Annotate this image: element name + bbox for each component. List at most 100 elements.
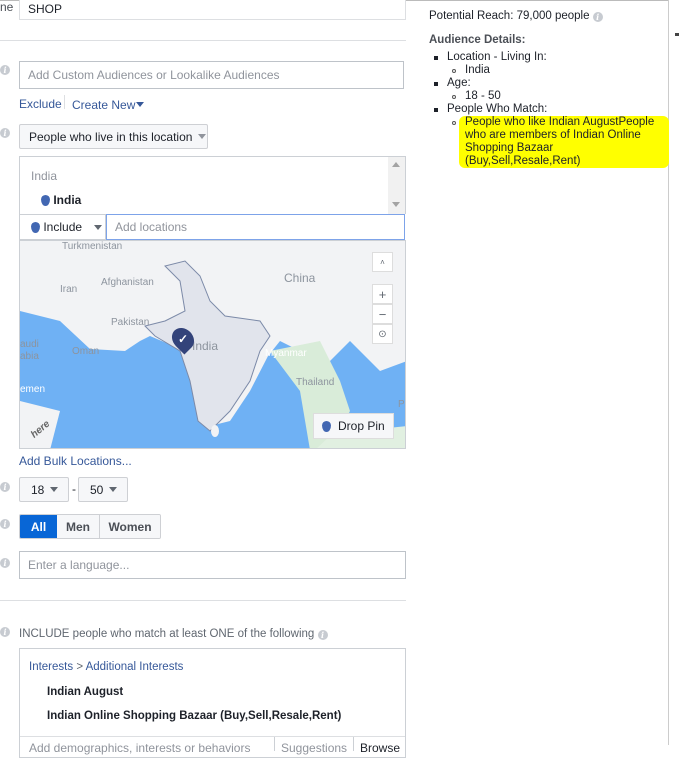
link-separator bbox=[64, 95, 65, 109]
detail-value: India bbox=[465, 64, 490, 76]
separator bbox=[274, 737, 275, 751]
add-bulk-locations-link[interactable]: Add Bulk Locations... bbox=[19, 454, 132, 468]
add-locations-placeholder: Add locations bbox=[115, 220, 188, 234]
potential-reach-text: Potential Reach: 79,000 people bbox=[429, 10, 590, 22]
selected-locations-list: India India bbox=[19, 156, 406, 214]
create-new-link[interactable]: Create New bbox=[72, 98, 145, 112]
scroll-down-icon[interactable] bbox=[392, 202, 400, 207]
map-label: Turkmenistan bbox=[62, 241, 123, 252]
chevron-down-icon bbox=[50, 487, 59, 492]
age-separator: - bbox=[72, 482, 76, 496]
suggestions-button[interactable]: Suggestions bbox=[281, 741, 347, 755]
location-type-select[interactable]: People who live in this location bbox=[19, 124, 208, 149]
drop-pin-button[interactable]: Drop Pin bbox=[313, 413, 394, 439]
add-locations-input[interactable]: Add locations bbox=[106, 214, 405, 240]
map-label: Afghanistan bbox=[101, 277, 154, 288]
location-pin-icon bbox=[41, 195, 50, 207]
breadcrumb-separator: > bbox=[76, 661, 84, 673]
info-icon[interactable]: i bbox=[0, 128, 10, 138]
browse-button[interactable]: Browse bbox=[360, 741, 400, 755]
interest-item[interactable]: Indian Online Shopping Bazaar (Buy,Sell,… bbox=[47, 710, 341, 722]
locate-icon[interactable]: ⊙ bbox=[372, 324, 393, 344]
map-label: Myanmar bbox=[265, 348, 307, 359]
location-map[interactable]: Turkmenistan Iran Afghanistan Pakistan C… bbox=[19, 240, 406, 449]
breadcrumb-additional-interests[interactable]: Additional Interests bbox=[86, 661, 184, 673]
map-label: Iran bbox=[60, 284, 78, 295]
language-input[interactable]: Enter a language... bbox=[19, 551, 406, 579]
location-type-label: People who live in this location bbox=[29, 129, 193, 144]
age-max-select[interactable]: 50 bbox=[78, 477, 128, 502]
potential-reach: Potential Reach: 79,000 people i bbox=[429, 10, 664, 22]
custom-audience-input[interactable]: Add Custom Audiences or Lookalike Audien… bbox=[19, 61, 404, 89]
info-icon[interactable]: i bbox=[317, 630, 328, 640]
detail-value: 18 - 50 bbox=[465, 90, 501, 102]
age-min-value: 18 bbox=[31, 482, 45, 497]
map-label: emen bbox=[20, 384, 46, 395]
chevron-down-icon bbox=[94, 224, 103, 230]
detail-label: Age: bbox=[447, 77, 471, 89]
list-scrollbar[interactable] bbox=[388, 157, 405, 214]
map-label: abia bbox=[20, 351, 39, 362]
location-pin-icon bbox=[31, 221, 40, 233]
scroll-marker bbox=[675, 33, 679, 36]
map-label: Pakistan bbox=[111, 317, 150, 328]
info-icon[interactable]: i bbox=[0, 65, 10, 75]
chevron-down-icon bbox=[109, 487, 118, 492]
exclude-link[interactable]: Exclude bbox=[19, 97, 62, 111]
info-icon[interactable]: i bbox=[0, 519, 10, 529]
zoom-out-button[interactable]: − bbox=[372, 304, 393, 324]
detailed-targeting-box: Interests > Additional Interests Indian … bbox=[19, 648, 406, 758]
location-group-header: India bbox=[31, 169, 58, 183]
detail-label: Location - Living In: bbox=[447, 51, 547, 63]
add-interests-input[interactable]: Add demographics, interests or behaviors bbox=[29, 741, 250, 755]
map-label: Oman bbox=[72, 346, 100, 357]
panel-divider bbox=[668, 0, 669, 745]
breadcrumb-interests[interactable]: Interests bbox=[29, 661, 73, 673]
chevron-down-icon bbox=[198, 134, 207, 139]
interest-item[interactable]: Indian August bbox=[47, 686, 123, 698]
include-select[interactable]: Include bbox=[19, 214, 106, 240]
gender-all-button[interactable]: All bbox=[20, 515, 57, 538]
map-label: India bbox=[192, 339, 219, 353]
scroll-up-icon[interactable] bbox=[392, 162, 400, 167]
zoom-in-button[interactable]: + bbox=[372, 284, 393, 304]
map-label: Ph bbox=[398, 399, 405, 410]
audience-name-value: SHOP bbox=[28, 2, 63, 16]
age-min-select[interactable]: 18 bbox=[19, 477, 69, 502]
info-icon[interactable]: i bbox=[592, 12, 603, 22]
selected-location-item[interactable]: India bbox=[41, 193, 81, 207]
name-label: ne bbox=[0, 0, 14, 14]
divider bbox=[0, 600, 406, 601]
map-label: audi bbox=[20, 339, 39, 350]
create-new-label: Create New bbox=[72, 98, 136, 112]
drop-pin-label: Drop Pin bbox=[337, 419, 385, 433]
audience-details-title: Audience Details: bbox=[429, 34, 526, 46]
audience-name-input[interactable]: SHOP bbox=[19, 0, 406, 20]
detailed-targeting-heading: INCLUDE people who match at least ONE of… bbox=[19, 628, 328, 640]
detail-value-highlighted: People who like Indian AugustPeople who … bbox=[459, 116, 669, 168]
gender-women-button[interactable]: Women bbox=[100, 515, 160, 538]
separator bbox=[353, 737, 354, 751]
info-icon[interactable]: i bbox=[0, 558, 10, 568]
detail-item: Location - Living In: India bbox=[429, 51, 664, 77]
audience-summary: Potential Reach: 79,000 people i Audienc… bbox=[429, 0, 669, 168]
location-pin-icon bbox=[322, 420, 332, 432]
chevron-down-icon bbox=[136, 102, 145, 107]
age-max-value: 50 bbox=[90, 482, 104, 497]
gender-men-button[interactable]: Men bbox=[57, 515, 100, 538]
info-icon[interactable]: i bbox=[0, 627, 10, 637]
divider bbox=[20, 736, 405, 737]
gender-toggle: All Men Women bbox=[19, 514, 161, 539]
info-icon[interactable]: i bbox=[0, 482, 10, 492]
detail-item: Age: 18 - 50 bbox=[429, 77, 664, 103]
detail-label: People Who Match: bbox=[447, 103, 548, 115]
map-label: Thailand bbox=[296, 377, 335, 388]
divider bbox=[0, 40, 406, 41]
map-label: China bbox=[284, 271, 316, 285]
map-collapse-button[interactable]: ˄ bbox=[372, 252, 393, 272]
detail-item: People Who Match: People who like Indian … bbox=[429, 103, 669, 168]
selected-location-label: India bbox=[53, 193, 82, 207]
detailed-heading-text: INCLUDE people who match at least ONE of… bbox=[19, 628, 315, 640]
language-placeholder: Enter a language... bbox=[28, 558, 130, 572]
include-label: Include bbox=[43, 220, 83, 234]
